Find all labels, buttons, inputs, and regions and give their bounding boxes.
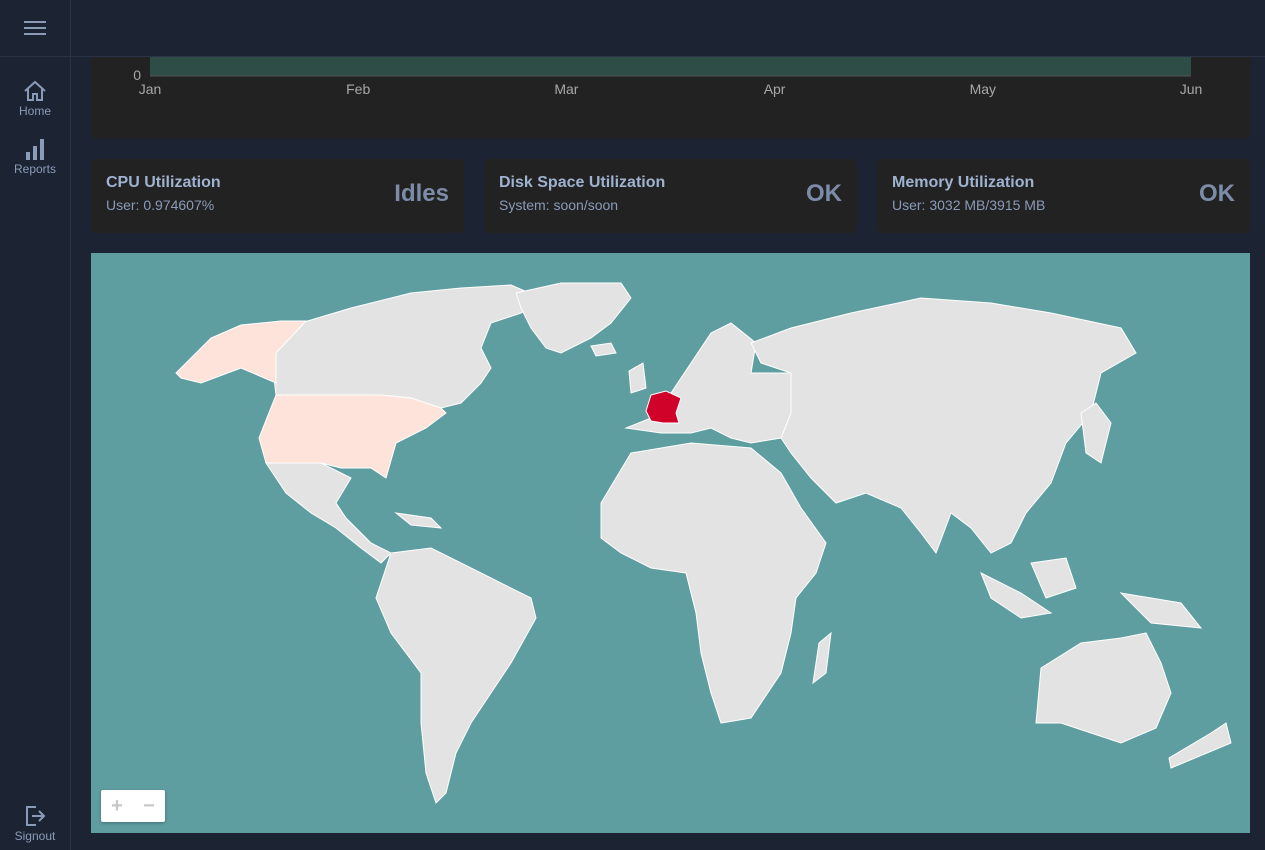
continent-australia[interactable] xyxy=(1035,632,1172,744)
card-status-value: OK xyxy=(806,180,842,207)
islands-borneo[interactable] xyxy=(1030,557,1077,599)
country-canada[interactable] xyxy=(270,284,542,409)
sidebar-item-home[interactable]: Home xyxy=(0,80,70,118)
usage-chart-panel: 0 Jan Feb Mar Apr May Jun xyxy=(91,57,1250,139)
country-mexico[interactable] xyxy=(265,462,392,564)
country-new-zealand[interactable] xyxy=(1168,722,1232,769)
country-iceland[interactable] xyxy=(590,342,617,357)
chart-x-tick-label: Mar xyxy=(554,81,578,97)
map-zoom-controls: + − xyxy=(101,790,165,822)
chart-x-tick-label: Jan xyxy=(139,81,162,97)
world-map[interactable]: + − xyxy=(91,253,1250,833)
disk-space-utilization-card: Disk Space Utilization System: soon/soon… xyxy=(484,159,857,233)
home-icon xyxy=(24,80,46,101)
country-united-kingdom[interactable] xyxy=(628,362,647,394)
islands-caribbean[interactable] xyxy=(394,512,443,529)
memory-utilization-card: Memory Utilization User: 3032 MB/3915 MB… xyxy=(877,159,1250,233)
continent-asia[interactable] xyxy=(750,297,1137,555)
signout-button[interactable]: Signout xyxy=(0,805,70,843)
continent-south-america[interactable] xyxy=(375,547,537,804)
chart-area-series xyxy=(150,57,1191,76)
country-france[interactable] xyxy=(645,390,682,424)
cpu-utilization-card: CPU Utilization User: 0.974607% Idles xyxy=(91,159,464,233)
country-madagascar[interactable] xyxy=(812,631,832,685)
hamburger-icon xyxy=(24,21,46,35)
card-title: Memory Utilization xyxy=(892,174,1035,191)
country-japan[interactable] xyxy=(1080,402,1112,464)
country-greenland[interactable] xyxy=(515,282,632,354)
sidebar-item-label: Reports xyxy=(13,162,57,176)
chart-x-tick-label: Feb xyxy=(346,81,370,97)
signout-icon xyxy=(26,806,46,826)
card-status-value: Idles xyxy=(394,180,449,207)
card-status-value: OK xyxy=(1199,180,1235,207)
chart-x-tick-label: May xyxy=(970,81,996,97)
chart-x-tick-label: Apr xyxy=(764,81,786,97)
chart-x-tick-label: Jun xyxy=(1180,81,1203,97)
islands-new-guinea[interactable] xyxy=(1119,592,1203,629)
sidebar: Home Reports Signout xyxy=(0,0,71,850)
sidebar-item-label: Home xyxy=(18,104,51,118)
card-subtitle: User: 3032 MB/3915 MB xyxy=(892,197,1046,213)
sidebar-item-reports[interactable]: Reports xyxy=(0,138,70,176)
usage-chart: 0Jan Feb Mar Apr May Jun xyxy=(133,57,1203,97)
card-subtitle: System: soon/soon xyxy=(499,197,619,213)
card-title: Disk Space Utilization xyxy=(499,174,666,191)
bar-chart-icon xyxy=(26,139,44,160)
signout-label: Signout xyxy=(14,829,56,843)
zoom-in-button[interactable]: + xyxy=(101,790,133,822)
zoom-out-button[interactable]: − xyxy=(133,790,165,822)
world-map-canvas[interactable] xyxy=(91,253,1250,833)
continent-africa[interactable] xyxy=(600,442,827,724)
menu-toggle-button[interactable] xyxy=(0,0,70,57)
top-bar xyxy=(71,0,1265,57)
